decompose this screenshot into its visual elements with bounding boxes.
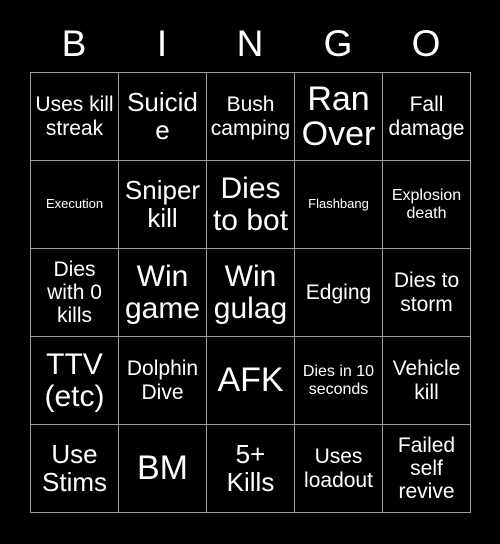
bingo-cell-label: Explosion death: [391, 186, 462, 222]
bingo-cell-label: Bush camping: [210, 93, 291, 140]
bingo-cell-label: Edging: [305, 280, 372, 304]
bingo-cell-label: Ran Over: [301, 79, 376, 153]
bingo-cell-label: AFK: [217, 361, 284, 400]
bingo-cell[interactable]: Vehicle kill: [383, 337, 471, 425]
bingo-cell[interactable]: Bush camping: [207, 73, 295, 161]
header-letter-g: G: [323, 22, 353, 64]
bingo-cell-label: Dolphin Dive: [126, 357, 199, 404]
bingo-cell-label: Uses loadout: [304, 445, 373, 492]
header-letter-o: O: [411, 22, 441, 64]
bingo-cell[interactable]: Uses loadout: [295, 425, 383, 513]
bingo-cell-label: Dies with 0 kills: [47, 257, 102, 328]
bingo-cell[interactable]: Execution: [31, 161, 119, 249]
bingo-cell-label: Win gulag: [213, 260, 288, 325]
bingo-cell-label: Dies in 10 seconds: [302, 362, 375, 398]
bingo-cell[interactable]: Fall damage: [383, 73, 471, 161]
bingo-cell[interactable]: Flashbang: [295, 161, 383, 249]
bingo-cell[interactable]: Failed self revive: [383, 425, 471, 513]
bingo-cell[interactable]: Dies to bot: [207, 161, 295, 249]
bingo-cell-label: Sniper kill: [124, 174, 201, 233]
bingo-cell-label: Vehicle kill: [392, 357, 461, 404]
header-letter-i: I: [156, 22, 168, 64]
bingo-cell[interactable]: Dolphin Dive: [119, 337, 207, 425]
bingo-cell[interactable]: Win gulag: [207, 249, 295, 337]
bingo-cell[interactable]: Dies in 10 seconds: [295, 337, 383, 425]
bingo-cell[interactable]: Use Stims: [31, 425, 119, 513]
bingo-cell-label: Failed self revive: [397, 433, 456, 504]
bingo-cell-label: Dies to storm: [393, 269, 460, 316]
bingo-cell[interactable]: Suicide: [119, 73, 207, 161]
bingo-cell[interactable]: 5+ Kills: [207, 425, 295, 513]
bingo-cell[interactable]: TTV (etc): [31, 337, 119, 425]
bingo-cell-label: Execution: [45, 196, 104, 212]
bingo-cell[interactable]: Win game: [119, 249, 207, 337]
bingo-cell[interactable]: Dies to storm: [383, 249, 471, 337]
bingo-cell-label: 5+ Kills: [226, 438, 275, 497]
bingo-cell[interactable]: BM: [119, 425, 207, 513]
header-letter-n: N: [236, 22, 264, 64]
bingo-cell[interactable]: Uses kill streak: [31, 73, 119, 161]
bingo-cell-label: Fall damage: [388, 93, 465, 140]
bingo-cell[interactable]: Ran Over: [295, 73, 383, 161]
bingo-cell[interactable]: Explosion death: [383, 161, 471, 249]
bingo-card: B I N G O Uses kill streak Suicide Bush …: [0, 0, 500, 544]
bingo-cell-label: Dies to bot: [212, 172, 289, 237]
bingo-header: B I N G O: [30, 14, 470, 72]
bingo-cell-label: Use Stims: [42, 438, 107, 497]
bingo-cell[interactable]: Dies with 0 kills: [31, 249, 119, 337]
bingo-grid: Uses kill streak Suicide Bush camping Ra…: [30, 72, 471, 513]
bingo-cell-label: Flashbang: [308, 196, 369, 212]
bingo-cell-label: Suicide: [127, 86, 198, 145]
bingo-cell[interactable]: Edging: [295, 249, 383, 337]
bingo-cell-label: Win game: [124, 260, 201, 325]
header-letter-b: B: [61, 22, 87, 64]
bingo-cell-label: TTV (etc): [44, 348, 105, 413]
bingo-cell[interactable]: Sniper kill: [119, 161, 207, 249]
bingo-cell-label: Uses kill streak: [35, 93, 114, 140]
bingo-cell[interactable]: AFK: [207, 337, 295, 425]
bingo-cell-label: BM: [137, 449, 188, 488]
